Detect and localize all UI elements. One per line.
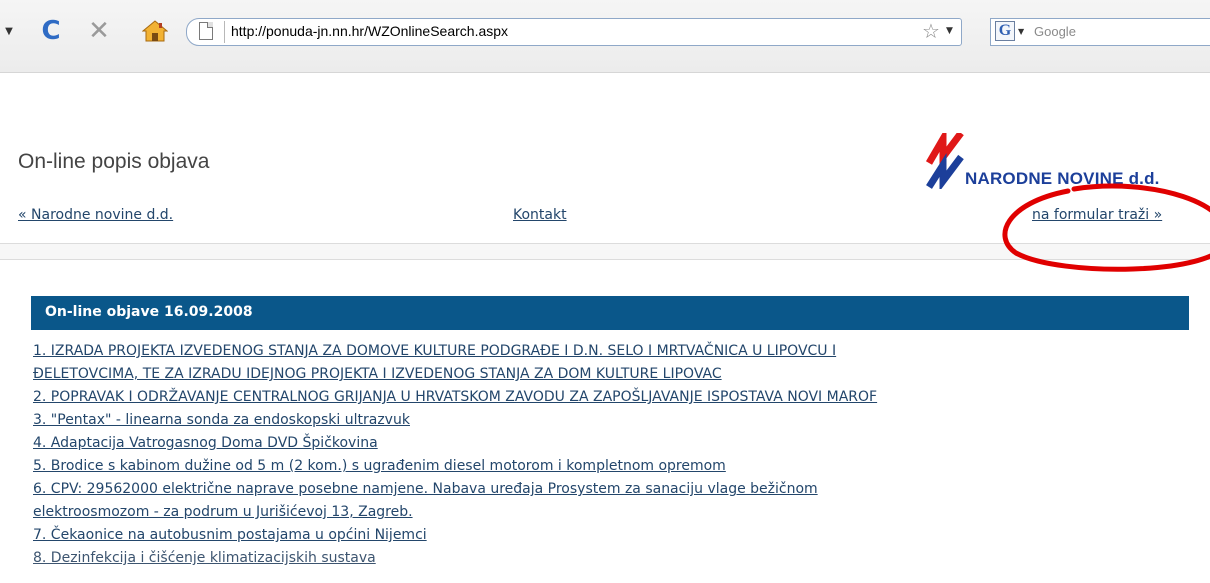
logo-text: NARODNE NOVINE d.d. — [965, 169, 1160, 188]
list-item[interactable]: 7. Čekaonice na autobusnim postajama u o… — [33, 524, 1183, 547]
url-dropdown-icon[interactable]: ▼ — [946, 26, 953, 36]
search-engine-icon[interactable]: G — [995, 21, 1015, 41]
list-item[interactable]: 6. CPV: 29562000 električne naprave pose… — [33, 478, 1183, 501]
address-bar[interactable]: http://ponuda-jn.nn.hr/WZOnlineSearch.as… — [186, 18, 962, 46]
list-item[interactable]: elektroosmozom - za podrum u Jurišićevoj… — [33, 501, 1183, 524]
reload-icon[interactable]: C — [38, 16, 64, 46]
page-title: On-line popis objava — [18, 150, 210, 173]
page-icon — [199, 22, 213, 40]
announcement-list: 1. IZRADA PROJEKTA IZVEDENOG STANJA ZA D… — [33, 340, 1183, 570]
logo-mark-icon — [925, 133, 964, 189]
url-separator — [224, 21, 225, 43]
annotation-circle — [1002, 183, 1210, 272]
home-icon[interactable] — [140, 16, 170, 46]
section-title: On-line objave 16.09.2008 — [45, 304, 253, 320]
section-header: On-line objave 16.09.2008 — [31, 296, 1189, 330]
list-item[interactable]: 2. POPRAVAK I ODRŽAVANJE CENTRALNOG GRIJ… — [33, 386, 1183, 409]
list-item[interactable]: 1. IZRADA PROJEKTA IZVEDENOG STANJA ZA D… — [33, 340, 1183, 363]
search-form-link[interactable]: na formular traži » — [1032, 207, 1162, 223]
url-text[interactable]: http://ponuda-jn.nn.hr/WZOnlineSearch.as… — [231, 23, 508, 39]
list-item[interactable]: 3. "Pentax" - linearna sonda za endoskop… — [33, 409, 1183, 432]
search-bar[interactable]: G ▼ Google — [990, 18, 1210, 46]
bookmark-star-icon[interactable]: ☆ — [922, 19, 940, 43]
list-item[interactable]: 4. Adaptacija Vatrogasnog Doma DVD Špičk… — [33, 432, 1183, 455]
list-item[interactable]: 8. Dezinfekcija i čišćenje klimatizacijs… — [33, 547, 1183, 570]
back-to-narodne-novine-link[interactable]: « Narodne novine d.d. — [18, 207, 173, 223]
browser-toolbar: ▼ C ✕ http://ponuda-jn.nn.hr/WZOnlineSea… — [0, 0, 1210, 73]
narodne-novine-logo: NARODNE NOVINE d.d. — [925, 133, 1210, 193]
list-item[interactable]: 5. Brodice s kabinom dužine od 5 m (2 ko… — [33, 455, 1183, 478]
search-engine-dropdown-icon[interactable]: ▼ — [1018, 27, 1024, 36]
contact-link[interactable]: Kontakt — [513, 207, 567, 223]
search-input[interactable]: Google — [1034, 24, 1076, 39]
list-item[interactable]: ĐELETOVCIMA, TE ZA IZRADU IDEJNOG PROJEK… — [33, 363, 1183, 386]
stop-icon[interactable]: ✕ — [86, 16, 112, 46]
history-dropdown-icon[interactable]: ▼ — [2, 16, 16, 46]
divider — [0, 243, 1210, 260]
